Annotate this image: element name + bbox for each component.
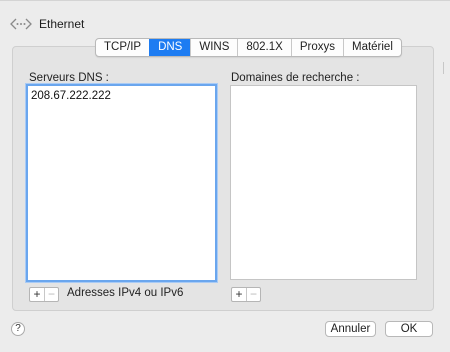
dns-add-remove-control: + − xyxy=(29,287,59,302)
dns-remove-button[interactable]: − xyxy=(44,288,58,301)
search-domains-label: Domaines de recherche : xyxy=(231,72,360,84)
tab-proxys[interactable]: Proxys xyxy=(290,39,343,56)
resize-handle[interactable] xyxy=(443,62,446,74)
tab-bar: TCP/IP DNS WINS 802.1X Proxys Matériel xyxy=(95,38,402,57)
help-button[interactable]: ? xyxy=(11,322,25,336)
dns-servers-label: Serveurs DNS : xyxy=(29,72,109,84)
dns-servers-list[interactable]: 208.67.222.222 xyxy=(26,84,217,282)
dns-add-button[interactable]: + xyxy=(30,288,44,301)
tab-materiel[interactable]: Matériel xyxy=(342,39,401,56)
dns-server-entry[interactable]: 208.67.222.222 xyxy=(31,90,111,102)
ok-button[interactable]: OK xyxy=(385,321,433,337)
dns-address-hint: Adresses IPv4 ou IPv6 xyxy=(67,287,184,299)
ethernet-arrows-icon xyxy=(10,18,32,30)
tab-dns[interactable]: DNS xyxy=(149,39,191,56)
tab-8021x[interactable]: 802.1X xyxy=(237,39,290,56)
cancel-button[interactable]: Annuler xyxy=(325,321,376,337)
header: Ethernet xyxy=(10,13,84,35)
tab-tcpip[interactable]: TCP/IP xyxy=(96,39,149,56)
search-add-remove-control: + − xyxy=(231,287,261,302)
window-title: Ethernet xyxy=(39,17,85,31)
search-add-button[interactable]: + xyxy=(232,288,246,301)
search-domains-list[interactable] xyxy=(230,85,417,280)
window-top-border xyxy=(0,0,450,1)
search-remove-button[interactable]: − xyxy=(246,288,260,301)
tab-wins[interactable]: WINS xyxy=(190,39,237,56)
